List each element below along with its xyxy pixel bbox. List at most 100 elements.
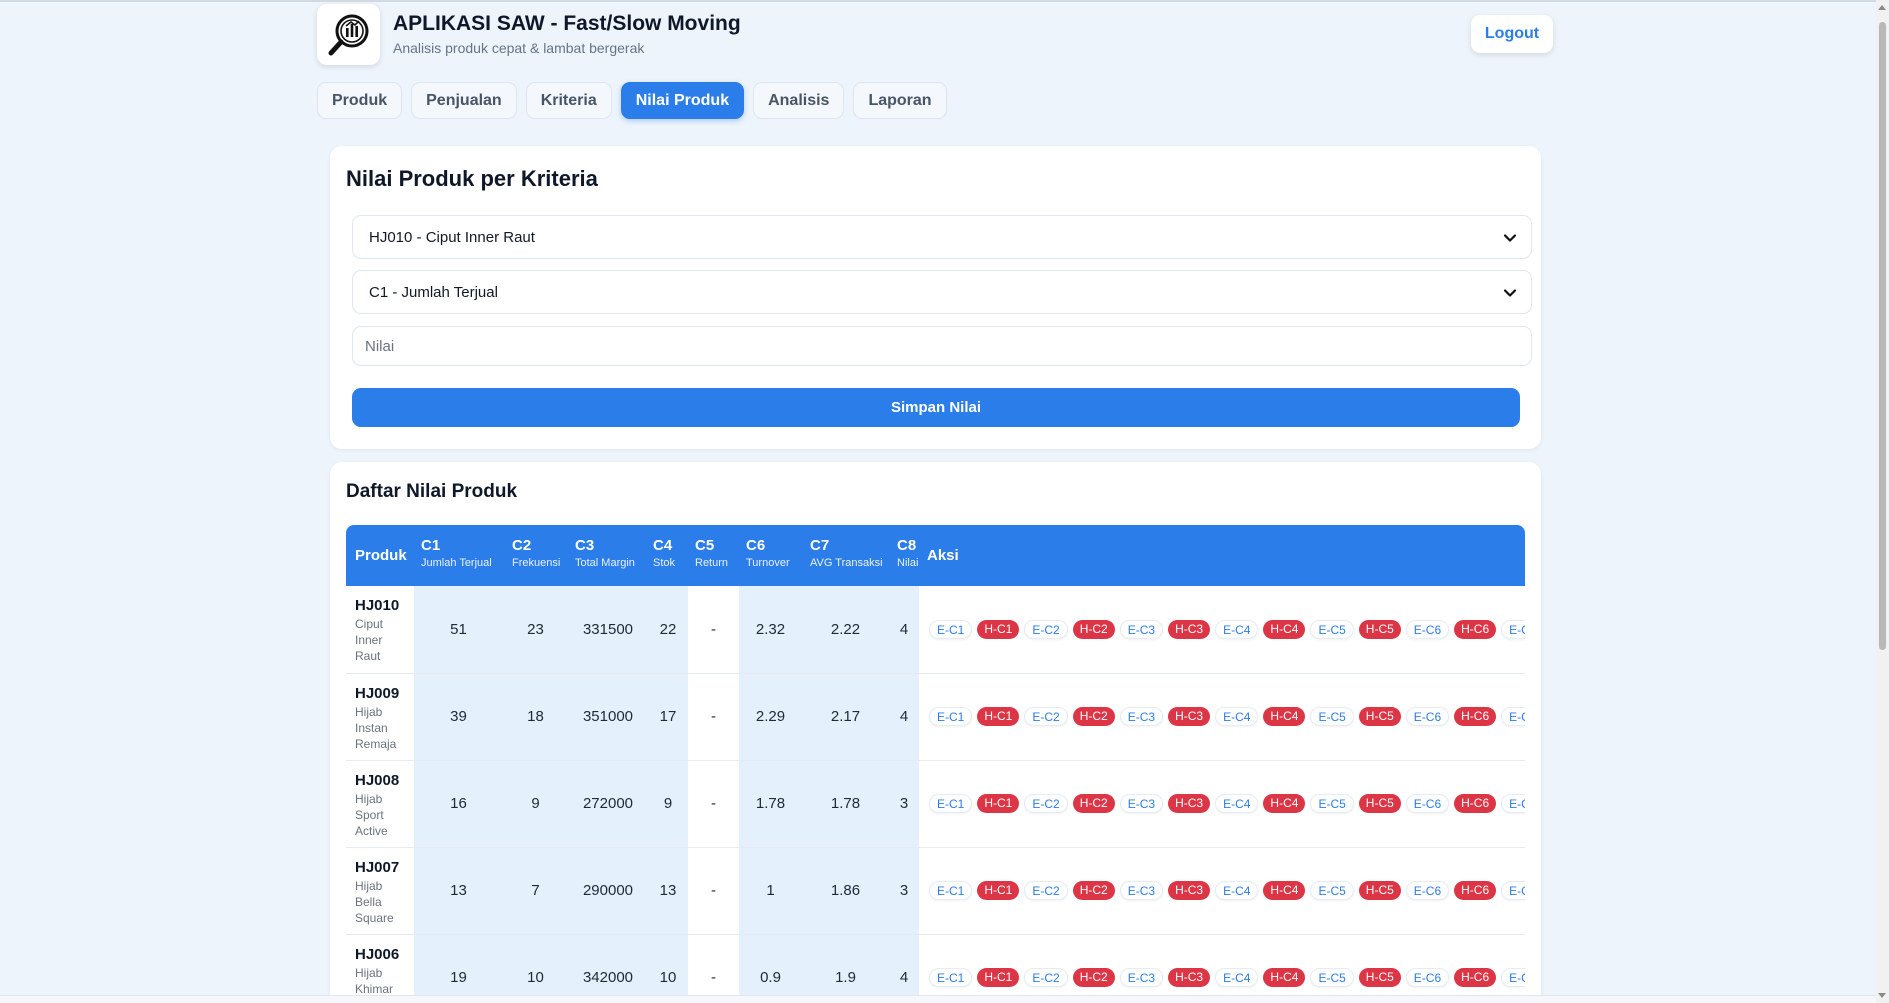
hapus-c3-button[interactable]: H-C3 <box>1168 881 1211 900</box>
hapus-c2-button[interactable]: H-C2 <box>1072 619 1115 639</box>
edit-c1-button[interactable]: E-C1 <box>929 794 973 813</box>
table-row: HJ009 Hijab Instan Remaja 39 18 351000 17-2.2… <box>346 673 1525 761</box>
hapus-c2-button[interactable]: H-C2 <box>1072 881 1115 900</box>
horizontal-scrollbar[interactable] <box>0 995 1876 1003</box>
hapus-c4-button[interactable]: H-C4 <box>1263 881 1306 900</box>
edit-c7-button[interactable]: E-C7 <box>1501 794 1525 813</box>
edit-c1-button[interactable]: E-C1 <box>929 968 973 987</box>
edit-c3-button[interactable]: E-C3 <box>1119 968 1164 987</box>
product-cell: HJ009 Hijab Instan Remaja <box>346 673 414 761</box>
hapus-c6-button[interactable]: H-C6 <box>1454 968 1497 987</box>
action-cell: E-C1 H-C1 E-C2 H-C2 E-C3 H-C3 E-C4 H-C4 E-C5 H-C5… <box>919 760 1525 848</box>
edit-c5-button[interactable]: E-C5 <box>1310 619 1354 639</box>
hapus-c3-button[interactable]: H-C3 <box>1168 968 1211 987</box>
edit-c4-button[interactable]: E-C4 <box>1215 794 1259 813</box>
edit-c3-button[interactable]: E-C3 <box>1119 619 1164 639</box>
hapus-c5-button[interactable]: H-C5 <box>1358 881 1401 900</box>
hapus-c5-button[interactable]: H-C5 <box>1358 968 1401 987</box>
col-header-c7: C7 AVG Transaksi <box>802 525 889 586</box>
hapus-c2-button[interactable]: H-C2 <box>1072 707 1115 726</box>
hapus-c4-button[interactable]: H-C4 <box>1263 707 1306 726</box>
edit-c7-button[interactable]: E-C7 <box>1501 707 1525 726</box>
value-cell-c2: 7 <box>503 847 568 935</box>
value-cell-c4: 22 <box>648 586 688 674</box>
hapus-c5-button[interactable]: H-C5 <box>1358 619 1401 639</box>
hapus-c4-button[interactable]: H-C4 <box>1263 968 1306 987</box>
edit-c6-button[interactable]: E-C6 <box>1405 794 1450 813</box>
hapus-c1-button[interactable]: H-C1 <box>977 619 1020 639</box>
hapus-c5-button[interactable]: H-C5 <box>1358 794 1401 813</box>
hapus-c1-button[interactable]: H-C1 <box>977 968 1020 987</box>
edit-c6-button[interactable]: E-C6 <box>1405 881 1450 900</box>
product-select[interactable]: HJ010 - Ciput Inner Raut <box>352 215 1532 259</box>
edit-c6-button[interactable]: E-C6 <box>1405 968 1450 987</box>
edit-c4-button[interactable]: E-C4 <box>1215 881 1259 900</box>
scroll-up-arrow-icon[interactable] <box>1878 5 1886 10</box>
edit-c6-button[interactable]: E-C6 <box>1405 707 1450 726</box>
value-cell-c7: 1.78 <box>802 760 889 848</box>
tab-analisis[interactable]: Analisis <box>753 82 845 119</box>
hapus-c3-button[interactable]: H-C3 <box>1168 707 1211 726</box>
tab-nilai-produk[interactable]: Nilai Produk <box>620 82 745 119</box>
edit-c5-button[interactable]: E-C5 <box>1310 794 1354 813</box>
edit-c3-button[interactable]: E-C3 <box>1119 794 1164 813</box>
app-logo <box>317 4 380 65</box>
hapus-c6-button[interactable]: H-C6 <box>1454 881 1497 900</box>
product-name: Hijab Sport Active <box>355 791 388 838</box>
edit-c1-button[interactable]: E-C1 <box>929 707 973 726</box>
hapus-c2-button[interactable]: H-C2 <box>1072 794 1115 813</box>
edit-c2-button[interactable]: E-C2 <box>1024 968 1068 987</box>
hapus-c5-button[interactable]: H-C5 <box>1358 707 1401 726</box>
edit-c7-button[interactable]: E-C7 <box>1501 881 1525 900</box>
vertical-scrollbar[interactable] <box>1876 0 1889 1003</box>
value-cell-c3: 342000 <box>568 934 648 1003</box>
col-header-aksi: Aksi <box>919 525 1525 586</box>
edit-c7-button[interactable]: E-C7 <box>1501 968 1525 987</box>
hapus-c6-button[interactable]: H-C6 <box>1454 619 1497 639</box>
edit-c6-button[interactable]: E-C6 <box>1405 619 1450 639</box>
scrollbar-thumb[interactable] <box>1879 22 1886 650</box>
edit-c7-button[interactable]: E-C7 <box>1501 619 1525 639</box>
value-cell-c3: 272000 <box>568 760 648 848</box>
tab-produk[interactable]: Produk <box>317 82 403 119</box>
col-header-c8: C8 Nilai <box>889 525 919 586</box>
edit-c2-button[interactable]: E-C2 <box>1024 794 1068 813</box>
hapus-c3-button[interactable]: H-C3 <box>1168 794 1211 813</box>
edit-c3-button[interactable]: E-C3 <box>1119 881 1164 900</box>
edit-c5-button[interactable]: E-C5 <box>1310 968 1354 987</box>
edit-c1-button[interactable]: E-C1 <box>929 881 973 900</box>
criteria-select[interactable]: C1 - Jumlah Terjual <box>352 270 1532 314</box>
edit-c4-button[interactable]: E-C4 <box>1215 619 1259 639</box>
hapus-c3-button[interactable]: H-C3 <box>1168 619 1211 639</box>
hapus-c4-button[interactable]: H-C4 <box>1263 619 1306 639</box>
hapus-c4-button[interactable]: H-C4 <box>1263 794 1306 813</box>
nilai-table-wrap[interactable]: Produk C1 Jumlah Terjual C2 Frekuensi C3 To… <box>346 525 1525 1003</box>
tab-penjualan[interactable]: Penjualan <box>411 82 517 119</box>
tab-laporan[interactable]: Laporan <box>853 82 947 119</box>
scroll-down-arrow-icon[interactable] <box>1878 993 1886 998</box>
daftar-nilai-card: Daftar Nilai Produk Produk C1 Jumlah Terj… <box>330 462 1541 1003</box>
edit-c5-button[interactable]: E-C5 <box>1310 881 1354 900</box>
hapus-c6-button[interactable]: H-C6 <box>1454 794 1497 813</box>
table-row: HJ007 Hijab Bella Square 13 7 290000 13-1 1.86… <box>346 847 1525 935</box>
hapus-c1-button[interactable]: H-C1 <box>977 794 1020 813</box>
hapus-c6-button[interactable]: H-C6 <box>1454 707 1497 726</box>
edit-c1-button[interactable]: E-C1 <box>929 619 973 639</box>
edit-c4-button[interactable]: E-C4 <box>1215 968 1259 987</box>
value-cell-c3: 331500 <box>568 586 648 674</box>
value-cell-c1: 13 <box>414 847 503 935</box>
hapus-c1-button[interactable]: H-C1 <box>977 881 1020 900</box>
edit-c5-button[interactable]: E-C5 <box>1310 707 1354 726</box>
edit-c3-button[interactable]: E-C3 <box>1119 707 1164 726</box>
simpan-nilai-button[interactable]: Simpan Nilai <box>352 388 1520 427</box>
edit-c2-button[interactable]: E-C2 <box>1024 707 1068 726</box>
tab-kriteria[interactable]: Kriteria <box>525 82 612 119</box>
nilai-input[interactable] <box>352 326 1532 366</box>
hapus-c1-button[interactable]: H-C1 <box>977 707 1020 726</box>
logout-button[interactable]: Logout <box>1471 15 1553 53</box>
hapus-c2-button[interactable]: H-C2 <box>1072 968 1115 987</box>
edit-c4-button[interactable]: E-C4 <box>1215 707 1259 726</box>
value-cell-c6: 1.78 <box>739 760 802 848</box>
edit-c2-button[interactable]: E-C2 <box>1024 881 1068 900</box>
edit-c2-button[interactable]: E-C2 <box>1024 619 1068 639</box>
